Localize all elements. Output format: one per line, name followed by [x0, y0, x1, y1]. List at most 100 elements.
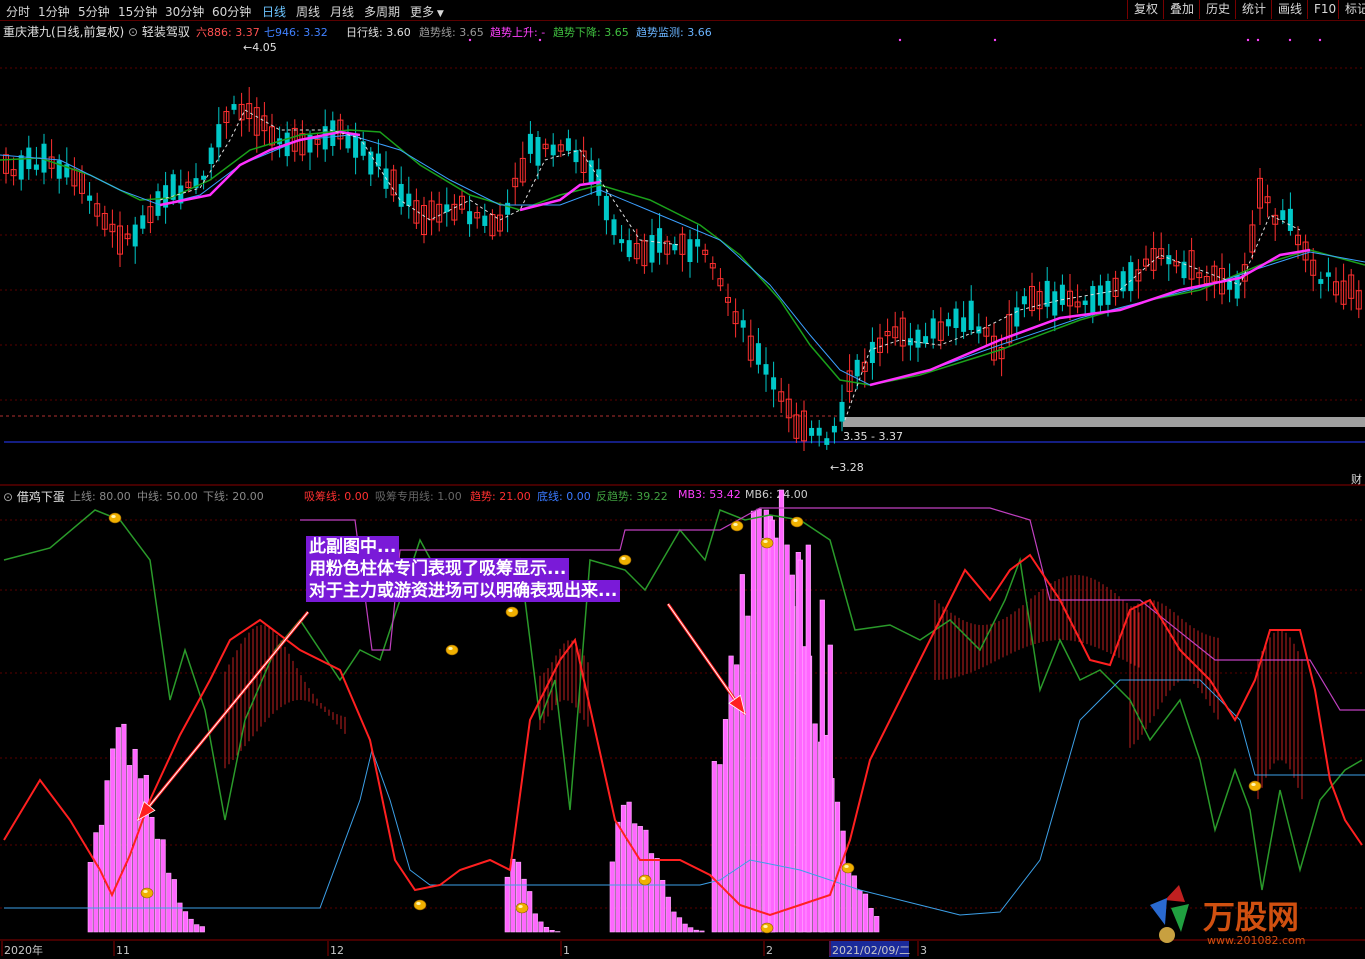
accumulation-bar [194, 924, 200, 933]
signal-dot [993, 38, 997, 42]
accumulation-bar [648, 853, 655, 933]
accumulation-bar [874, 916, 880, 933]
egg-shape [413, 899, 427, 911]
candle-body [603, 195, 609, 221]
candle-body [345, 133, 351, 149]
accumulation-bar [693, 929, 699, 933]
egg-marker-icon [515, 902, 529, 914]
x-axis-label: 2021/02/09/二 [832, 944, 910, 957]
accumulation-bar [626, 801, 632, 933]
candle-body [755, 343, 761, 365]
candle-body [33, 164, 39, 170]
egg-shape [140, 887, 154, 899]
accumulation-bar [660, 879, 666, 933]
signal-dot [1256, 38, 1260, 42]
candle-body [1014, 307, 1020, 327]
x-axis: 2020年 11 12 1 2 2021/02/09/二 3 [1, 941, 927, 957]
egg-marker-icon [1248, 780, 1262, 792]
annotation-line-3: 对于主力或游资进场可以明确表现出来... [306, 580, 621, 602]
candle-body [816, 427, 822, 436]
watermark-brand: 万股网 [1203, 898, 1299, 936]
accumulation-bar [160, 839, 166, 933]
accumulation-bar [609, 861, 615, 933]
egg-shape [638, 874, 652, 886]
egg-marker-icon [638, 874, 652, 886]
egg-shape [841, 862, 855, 874]
candle-body [953, 308, 959, 328]
candle-body [406, 193, 412, 207]
accumulation-bar [699, 930, 705, 933]
annotation-line-1: 此副图中... [306, 536, 400, 558]
accumulation-bar [789, 574, 795, 933]
watermark: 万股网 www.201082.com [1145, 880, 1345, 950]
accumulation-bar [805, 544, 811, 933]
accumulation-bar [121, 723, 127, 933]
accumulation-bar [763, 509, 769, 933]
egg-highlight [518, 905, 523, 908]
candle-body [930, 318, 936, 339]
accumulation-bar [87, 861, 93, 933]
accumulation-bar [620, 804, 627, 933]
signal-dot [1246, 38, 1250, 42]
candle-body [1287, 208, 1293, 231]
accumulation-bar [126, 765, 133, 933]
ma-magenta-line [159, 130, 361, 207]
gray-range-band [843, 417, 1365, 427]
candle-body [1044, 280, 1050, 307]
accumulation-bar [840, 830, 846, 933]
accumulation-bar [717, 764, 723, 933]
x-axis-label: 1 [563, 944, 570, 957]
candle-body [1052, 291, 1058, 316]
accumulation-bar [665, 896, 671, 933]
candle-body [1325, 272, 1331, 277]
accumulation-bar [154, 838, 161, 933]
accumulation-bar [110, 748, 116, 933]
accumulation-bar [549, 930, 555, 933]
egg-highlight [763, 925, 768, 928]
candle-body [588, 160, 594, 185]
annotation-line-2: 用粉色柱体专门表现了吸筹显示... [306, 558, 570, 580]
candle-body [201, 175, 207, 180]
candle-body [216, 124, 222, 148]
egg-highlight [416, 902, 421, 905]
egg-shape [505, 606, 519, 618]
egg-shape [730, 520, 744, 532]
candle-body [854, 359, 860, 377]
accumulation-bar [115, 727, 121, 933]
egg-highlight [733, 523, 738, 526]
accumulation-bar [166, 872, 172, 933]
chart-canvas[interactable]: ←4.05 ←3.28 3.35 - 3.37 2020年 11 12 1 2 2021/… [0, 0, 1365, 959]
accumulation-bar [682, 923, 688, 933]
accumulation-bar [722, 719, 729, 933]
annotation-box: 此副图中... 用粉色柱体专门表现了吸筹显示... 对于主力或游资进场可以明确表… [306, 536, 621, 602]
candle-body [1166, 255, 1172, 265]
egg-highlight [111, 515, 116, 518]
signal-dot [1288, 38, 1292, 42]
accumulation-bar [615, 821, 621, 933]
candle-body [444, 204, 450, 213]
egg-marker-icon [445, 644, 459, 656]
candle-body [1097, 285, 1103, 306]
accumulation-bar [819, 599, 825, 933]
logo-arrow-icon [1165, 885, 1185, 902]
candle-body [550, 144, 556, 156]
candle-body [1059, 284, 1065, 305]
accumulation-bar [739, 574, 745, 933]
accumulation-bar [676, 917, 683, 933]
logo-shard-icon [1150, 898, 1167, 925]
accumulation-bar [857, 890, 863, 933]
candle-body [611, 219, 617, 236]
egg-marker-icon [790, 516, 804, 528]
egg-shape [760, 922, 774, 934]
accumulation-bar [851, 875, 857, 933]
sub-chart [3, 489, 1365, 934]
accumulation-bar [93, 832, 99, 933]
low-label: ←3.28 [830, 461, 864, 474]
egg-shape [1248, 780, 1262, 792]
egg-highlight [844, 865, 849, 868]
candle-body [831, 425, 837, 433]
candle-body [140, 215, 146, 229]
egg-shape [760, 537, 774, 549]
accumulation-bar [510, 858, 516, 933]
egg-marker-icon [730, 520, 744, 532]
